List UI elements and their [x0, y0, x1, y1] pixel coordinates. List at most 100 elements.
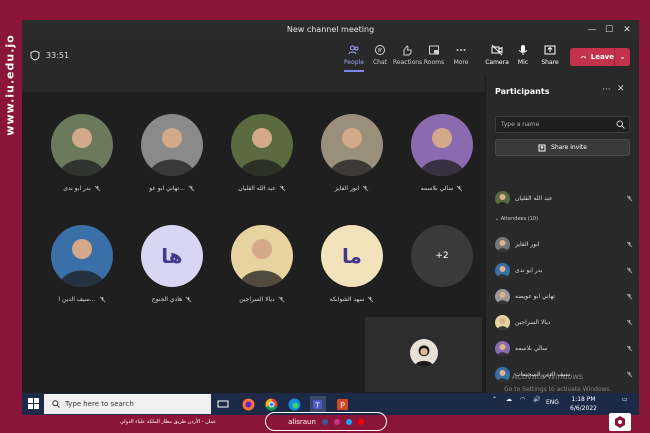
- self-view: [365, 317, 482, 392]
- participant-row[interactable]: سالي بلاسمه: [495, 339, 633, 357]
- avatar: [51, 114, 113, 176]
- participant-row[interactable]: انور الفايز: [495, 235, 633, 253]
- svg-text:T: T: [314, 401, 320, 409]
- timer-text: 33:51: [46, 51, 70, 60]
- mic-off-icon: [362, 185, 369, 192]
- more-icon: [456, 49, 466, 51]
- participant-name: عبد الله القليان: [238, 185, 276, 192]
- participant-tile[interactable]: ما سهد الشوابكه: [312, 225, 392, 303]
- taskbar-search[interactable]: Type here to search: [44, 394, 211, 414]
- phone-hangup-icon: [580, 56, 587, 59]
- wifi-icon[interactable]: ◠: [520, 396, 525, 403]
- participant-row[interactable]: بدر ابو ندى: [495, 261, 633, 279]
- activate-windows-subtitle: Go to Settings to activate Windows.: [504, 386, 612, 393]
- participant-tile[interactable]: بدر ابو ندى: [42, 114, 122, 192]
- avatar: ما: [321, 225, 383, 287]
- people-button[interactable]: People: [340, 44, 368, 72]
- search-box: [495, 116, 630, 133]
- camera-button[interactable]: Camera: [483, 44, 511, 66]
- powerpoint-icon[interactable]: P: [334, 396, 350, 412]
- footer-address: عمان - الأردن طريق مطار الملكة علياء الد…: [120, 419, 217, 425]
- maximize-button[interactable]: ☐: [602, 23, 616, 37]
- avatar: [409, 339, 438, 367]
- participant-tile[interactable]: سيف الدين ا...: [42, 225, 122, 303]
- participant-tile[interactable]: عبد الله القليان: [222, 114, 302, 192]
- chevron-down-icon[interactable]: ⌄: [614, 48, 630, 66]
- participant-name: ديالا السراجين: [239, 296, 275, 303]
- video-stage: بدر ابو ندى تهاني ابو عو... عبد الله القلي…: [22, 92, 485, 415]
- mic-off-icon: [367, 296, 374, 303]
- title-bar: New channel meeting — ☐ ✕: [22, 20, 639, 40]
- avatar: [231, 114, 293, 176]
- onedrive-icon[interactable]: ☁: [506, 396, 512, 403]
- avatar: [495, 366, 510, 382]
- minimize-button[interactable]: —: [585, 23, 599, 37]
- participant-name: انور الفايز: [515, 240, 540, 248]
- mic-off-icon: [456, 185, 463, 192]
- participant-search-input[interactable]: [501, 119, 611, 130]
- search-icon: [616, 120, 625, 129]
- attendees-heading[interactable]: ⌄ Attendees (10): [495, 216, 538, 222]
- participant-tile[interactable]: تهاني ابو عو...: [132, 114, 212, 192]
- participant-tile[interactable]: انور الفايز: [312, 114, 392, 192]
- participant-tile[interactable]: ها هادي الجنوح: [132, 225, 212, 303]
- search-icon: [52, 400, 60, 408]
- leave-button[interactable]: Leave ⌄: [570, 48, 630, 66]
- participant-name: سالي بلاسمه: [420, 185, 454, 192]
- windows-start-icon[interactable]: [28, 398, 39, 409]
- edge-icon[interactable]: [286, 396, 302, 412]
- mic-off-icon: [626, 195, 633, 201]
- teams-icon[interactable]: T: [310, 396, 326, 412]
- more-participants-tile[interactable]: +2: [402, 225, 482, 287]
- notification-icon[interactable]: ▭: [622, 396, 628, 403]
- close-window-button[interactable]: ✕: [620, 23, 634, 37]
- volume-icon[interactable]: 🔊: [533, 396, 540, 403]
- participant-name: ديالا السراجين: [515, 318, 551, 326]
- teams-window: New channel meeting — ☐ ✕ 33:51 People C…: [22, 20, 639, 415]
- chrome-icon[interactable]: [263, 396, 279, 412]
- chevron-up-icon[interactable]: ⌃: [492, 396, 497, 403]
- activate-windows-title: Activate Windows: [512, 372, 584, 381]
- participant-tile[interactable]: سالي بلاسمه: [402, 114, 482, 192]
- avatar: [411, 114, 473, 176]
- participant-tile[interactable]: ديالا السراجين: [222, 225, 302, 303]
- reactions-button[interactable]: Reactions: [393, 44, 422, 66]
- more-options-icon[interactable]: ···: [602, 85, 611, 95]
- mic-off-icon: [626, 371, 633, 377]
- participant-name: بدر ابو ندى: [515, 266, 543, 274]
- avatar: [495, 340, 510, 356]
- reactions-icon: [403, 45, 412, 56]
- mic-off-icon: [279, 185, 286, 192]
- participants-panel: Participants ··· ✕ Share invite عبد الله…: [485, 75, 639, 415]
- participant-name: تهاني ابو عويضه: [515, 292, 555, 300]
- participant-row[interactable]: تهاني ابو عويضه: [495, 287, 633, 305]
- mic-off-icon: [278, 296, 285, 303]
- avatar: [495, 262, 510, 278]
- rooms-button[interactable]: Rooms: [420, 44, 448, 66]
- avatar: +2: [411, 225, 473, 287]
- avatar: [51, 225, 113, 287]
- chat-button[interactable]: Chat: [366, 44, 394, 66]
- participant-name: سالي بلاسمه: [515, 344, 548, 352]
- share-button[interactable]: Share: [536, 44, 564, 66]
- participant-name: بدر ابو ندى: [63, 185, 91, 192]
- mic-icon: [519, 45, 527, 55]
- firefox-icon[interactable]: [240, 396, 256, 412]
- more-button[interactable]: More: [447, 44, 475, 66]
- close-panel-icon[interactable]: ✕: [617, 84, 625, 94]
- avatar: [321, 114, 383, 176]
- task-view-icon[interactable]: [215, 396, 231, 412]
- facebook-icon: [321, 418, 328, 425]
- share-invite-button[interactable]: Share invite: [495, 139, 630, 156]
- people-icon: [348, 45, 359, 55]
- avatar: [495, 236, 510, 252]
- participant-row[interactable]: ديالا السراجين: [495, 313, 633, 331]
- avatar: [495, 190, 510, 206]
- mic-button[interactable]: Mic: [509, 44, 537, 66]
- organizer-row[interactable]: عبد الله القليان: [495, 189, 633, 207]
- taskbar-clock[interactable]: 1:18 PM 6/6/2022: [570, 395, 597, 413]
- twitter-icon: [345, 418, 352, 425]
- language-indicator[interactable]: ENG: [546, 399, 559, 406]
- mic-off-icon: [626, 293, 633, 299]
- share-invite-icon: [538, 144, 546, 151]
